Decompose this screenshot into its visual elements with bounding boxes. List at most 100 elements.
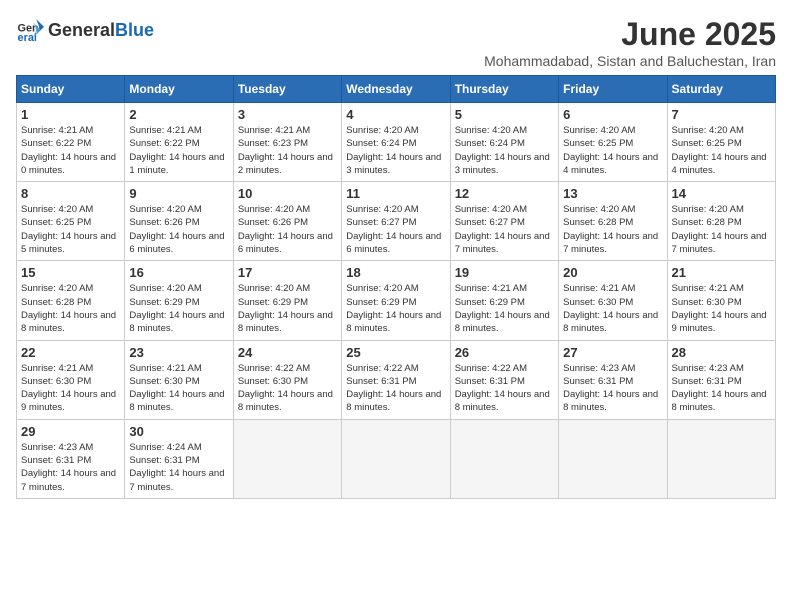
calendar-cell: 14 Sunrise: 4:20 AM Sunset: 6:28 PM Dayl… [667, 182, 775, 261]
day-number: 8 [21, 186, 120, 201]
day-info: Sunrise: 4:20 AM Sunset: 6:25 PM Dayligh… [563, 124, 662, 177]
calendar-cell: 23 Sunrise: 4:21 AM Sunset: 6:30 PM Dayl… [125, 340, 233, 419]
sunrise-label: Sunrise: 4:21 AM [129, 363, 201, 374]
day-info: Sunrise: 4:20 AM Sunset: 6:25 PM Dayligh… [672, 124, 771, 177]
calendar-cell: 30 Sunrise: 4:24 AM Sunset: 6:31 PM Dayl… [125, 419, 233, 498]
day-info: Sunrise: 4:20 AM Sunset: 6:24 PM Dayligh… [346, 124, 445, 177]
day-number: 25 [346, 345, 445, 360]
logo-general: General [48, 20, 115, 40]
sunrise-label: Sunrise: 4:20 AM [238, 204, 310, 215]
day-info: Sunrise: 4:23 AM Sunset: 6:31 PM Dayligh… [21, 441, 120, 494]
day-number: 28 [672, 345, 771, 360]
calendar-cell: 13 Sunrise: 4:20 AM Sunset: 6:28 PM Dayl… [559, 182, 667, 261]
day-info: Sunrise: 4:20 AM Sunset: 6:27 PM Dayligh… [455, 203, 554, 256]
daylight-label: Daylight: 14 hours and 8 minutes. [129, 310, 224, 334]
day-number: 6 [563, 107, 662, 122]
daylight-label: Daylight: 14 hours and 8 minutes. [238, 310, 333, 334]
sunrise-label: Sunrise: 4:24 AM [129, 442, 201, 453]
daylight-label: Daylight: 14 hours and 7 minutes. [563, 231, 658, 255]
sunset-label: Sunset: 6:24 PM [346, 138, 416, 149]
logo: Gen eral GeneralBlue [16, 16, 154, 44]
sunset-label: Sunset: 6:27 PM [455, 217, 525, 228]
logo-icon: Gen eral [16, 16, 44, 44]
sunrise-label: Sunrise: 4:20 AM [672, 125, 744, 136]
day-number: 21 [672, 265, 771, 280]
day-info: Sunrise: 4:21 AM Sunset: 6:30 PM Dayligh… [672, 282, 771, 335]
calendar-cell [342, 419, 450, 498]
day-number: 26 [455, 345, 554, 360]
calendar-cell: 15 Sunrise: 4:20 AM Sunset: 6:28 PM Dayl… [17, 261, 125, 340]
daylight-label: Daylight: 14 hours and 1 minute. [129, 152, 224, 176]
sunrise-label: Sunrise: 4:20 AM [563, 204, 635, 215]
daylight-label: Daylight: 14 hours and 8 minutes. [346, 310, 441, 334]
calendar-cell: 17 Sunrise: 4:20 AM Sunset: 6:29 PM Dayl… [233, 261, 341, 340]
daylight-label: Daylight: 14 hours and 3 minutes. [455, 152, 550, 176]
sunset-label: Sunset: 6:31 PM [346, 376, 416, 387]
day-number: 2 [129, 107, 228, 122]
subtitle: Mohammadabad, Sistan and Baluchestan, Ir… [484, 53, 776, 69]
sunrise-label: Sunrise: 4:20 AM [672, 204, 744, 215]
calendar-cell: 24 Sunrise: 4:22 AM Sunset: 6:30 PM Dayl… [233, 340, 341, 419]
sunrise-label: Sunrise: 4:22 AM [455, 363, 527, 374]
day-info: Sunrise: 4:24 AM Sunset: 6:31 PM Dayligh… [129, 441, 228, 494]
daylight-label: Daylight: 14 hours and 7 minutes. [672, 231, 767, 255]
calendar-day-header: Wednesday [342, 76, 450, 103]
sunset-label: Sunset: 6:29 PM [129, 297, 199, 308]
calendar-cell: 6 Sunrise: 4:20 AM Sunset: 6:25 PM Dayli… [559, 103, 667, 182]
calendar-cell: 20 Sunrise: 4:21 AM Sunset: 6:30 PM Dayl… [559, 261, 667, 340]
daylight-label: Daylight: 14 hours and 8 minutes. [238, 389, 333, 413]
day-info: Sunrise: 4:20 AM Sunset: 6:29 PM Dayligh… [238, 282, 337, 335]
sunset-label: Sunset: 6:28 PM [672, 217, 742, 228]
sunset-label: Sunset: 6:30 PM [563, 297, 633, 308]
day-info: Sunrise: 4:21 AM Sunset: 6:22 PM Dayligh… [21, 124, 120, 177]
day-number: 18 [346, 265, 445, 280]
header: Gen eral GeneralBlue June 2025 Mohammada… [16, 16, 776, 69]
daylight-label: Daylight: 14 hours and 7 minutes. [455, 231, 550, 255]
sunrise-label: Sunrise: 4:22 AM [346, 363, 418, 374]
logo-blue: Blue [115, 20, 154, 40]
sunrise-label: Sunrise: 4:20 AM [346, 283, 418, 294]
sunset-label: Sunset: 6:27 PM [346, 217, 416, 228]
calendar-week-row: 1 Sunrise: 4:21 AM Sunset: 6:22 PM Dayli… [17, 103, 776, 182]
daylight-label: Daylight: 14 hours and 6 minutes. [129, 231, 224, 255]
daylight-label: Daylight: 14 hours and 7 minutes. [21, 468, 116, 492]
sunset-label: Sunset: 6:26 PM [129, 217, 199, 228]
day-number: 14 [672, 186, 771, 201]
sunrise-label: Sunrise: 4:21 AM [129, 125, 201, 136]
title-area: June 2025 Mohammadabad, Sistan and Baluc… [484, 16, 776, 69]
day-info: Sunrise: 4:21 AM Sunset: 6:23 PM Dayligh… [238, 124, 337, 177]
daylight-label: Daylight: 14 hours and 8 minutes. [563, 310, 658, 334]
sunset-label: Sunset: 6:31 PM [672, 376, 742, 387]
sunrise-label: Sunrise: 4:21 AM [21, 125, 93, 136]
sunset-label: Sunset: 6:30 PM [672, 297, 742, 308]
day-info: Sunrise: 4:22 AM Sunset: 6:30 PM Dayligh… [238, 362, 337, 415]
calendar-cell [667, 419, 775, 498]
day-info: Sunrise: 4:20 AM Sunset: 6:29 PM Dayligh… [129, 282, 228, 335]
calendar-cell: 4 Sunrise: 4:20 AM Sunset: 6:24 PM Dayli… [342, 103, 450, 182]
sunset-label: Sunset: 6:24 PM [455, 138, 525, 149]
calendar-cell: 2 Sunrise: 4:21 AM Sunset: 6:22 PM Dayli… [125, 103, 233, 182]
sunrise-label: Sunrise: 4:21 AM [455, 283, 527, 294]
sunset-label: Sunset: 6:29 PM [455, 297, 525, 308]
day-number: 24 [238, 345, 337, 360]
sunset-label: Sunset: 6:30 PM [129, 376, 199, 387]
sunrise-label: Sunrise: 4:23 AM [563, 363, 635, 374]
sunset-label: Sunset: 6:25 PM [672, 138, 742, 149]
sunset-label: Sunset: 6:22 PM [129, 138, 199, 149]
sunset-label: Sunset: 6:31 PM [129, 455, 199, 466]
sunrise-label: Sunrise: 4:22 AM [238, 363, 310, 374]
svg-text:eral: eral [18, 32, 37, 44]
daylight-label: Daylight: 14 hours and 2 minutes. [238, 152, 333, 176]
day-number: 20 [563, 265, 662, 280]
day-number: 22 [21, 345, 120, 360]
calendar-cell: 7 Sunrise: 4:20 AM Sunset: 6:25 PM Dayli… [667, 103, 775, 182]
day-info: Sunrise: 4:22 AM Sunset: 6:31 PM Dayligh… [346, 362, 445, 415]
day-number: 5 [455, 107, 554, 122]
day-info: Sunrise: 4:20 AM Sunset: 6:26 PM Dayligh… [129, 203, 228, 256]
calendar-week-row: 29 Sunrise: 4:23 AM Sunset: 6:31 PM Dayl… [17, 419, 776, 498]
day-number: 1 [21, 107, 120, 122]
calendar-week-row: 15 Sunrise: 4:20 AM Sunset: 6:28 PM Dayl… [17, 261, 776, 340]
day-number: 17 [238, 265, 337, 280]
daylight-label: Daylight: 14 hours and 6 minutes. [346, 231, 441, 255]
day-info: Sunrise: 4:21 AM Sunset: 6:29 PM Dayligh… [455, 282, 554, 335]
